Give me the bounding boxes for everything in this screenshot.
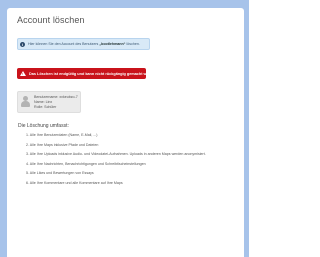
list-item: 6. Alle Ihre Kommentare und alle Komment… — [26, 180, 123, 185]
info-username: „bootlehmann“ — [99, 42, 126, 46]
list-item: 3. Alle Ihre Uploads inklusive Audio- un… — [26, 152, 206, 157]
user-card-details: Benutzername: xxkeubzo-7 Name: Linx Roll… — [34, 95, 78, 111]
deletion-heading: Die Löschung umfasst: — [18, 123, 69, 129]
warning-icon: ! — [20, 71, 26, 76]
list-item: 1. Alle Ihre Benutzerdaten (Name, E-Mail… — [26, 133, 98, 137]
page-title: Account löschen — [17, 15, 85, 25]
list-item: 5. Alle Likes und Bewertungen von Essays — [26, 171, 94, 176]
list-item: 2. Alle Ihre Maps inklusive Pfade und Da… — [26, 142, 99, 147]
user-card: Benutzername: xxkeubzo-7 Name: Linx Roll… — [17, 91, 81, 113]
page-background — [249, 0, 300, 257]
user-avatar-icon — [21, 96, 30, 107]
user-role: Rolle: Schüler — [34, 105, 57, 110]
info-icon: i — [20, 41, 25, 47]
list-item: 4. Alle Ihre Nachrichten, Benachrichtigu… — [26, 161, 146, 166]
info-alert-text: Hier können Sie den Account des Benutzer… — [28, 42, 140, 46]
delete-account-panel: Account löschen i Hier können Sie den Ac… — [7, 8, 244, 257]
warning-alert-text: Das Löschen ist endgültig und kann nicht… — [29, 71, 159, 76]
deletion-list: 1. Alle Ihre Benutzerdaten (Name, E-Mail… — [26, 133, 206, 191]
warning-alert: ! Das Löschen ist endgültig und kann nic… — [17, 68, 158, 79]
info-alert: i Hier können Sie den Account des Benutz… — [17, 38, 150, 50]
